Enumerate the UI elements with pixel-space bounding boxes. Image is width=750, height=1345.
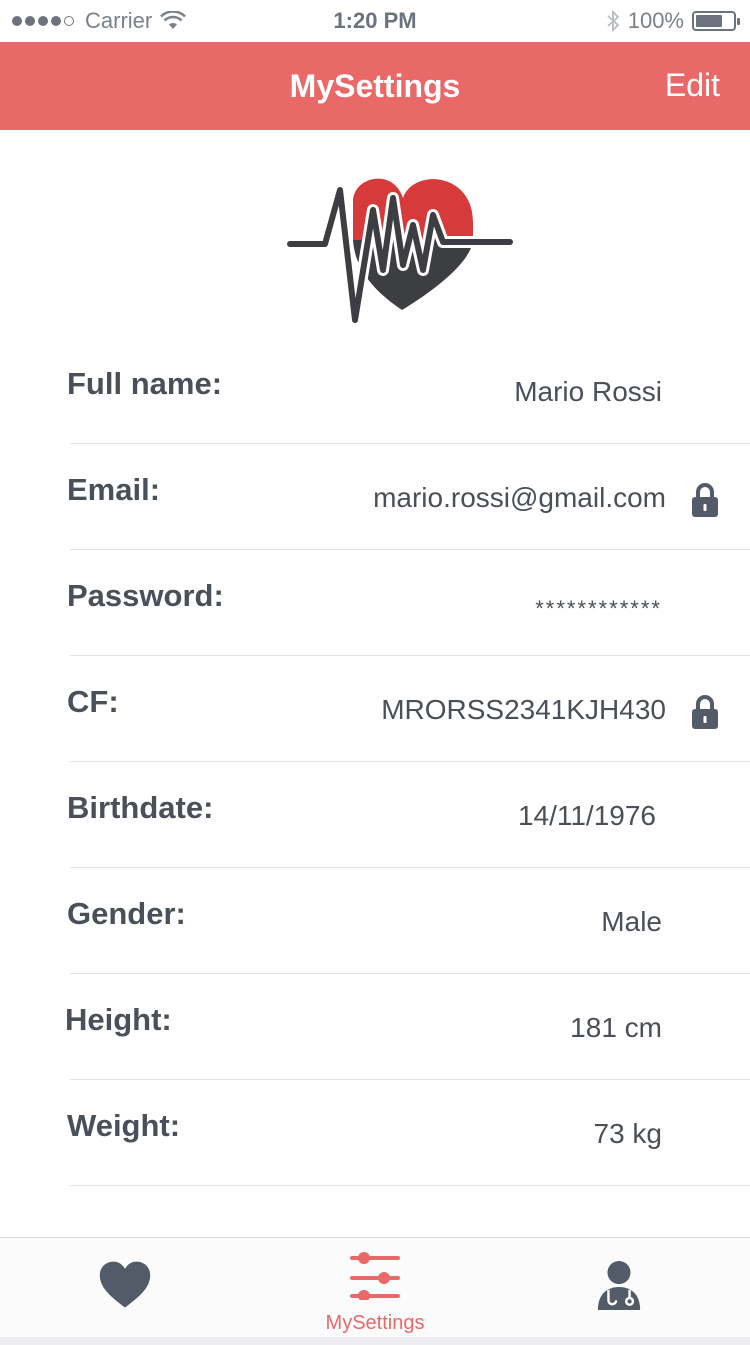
status-right: 100% (606, 8, 740, 34)
bluetooth-icon (607, 10, 620, 32)
height-value: 181 cm (570, 1012, 662, 1043)
row-label: Email: (67, 472, 161, 507)
tab-doctor[interactable] (580, 1238, 660, 1338)
battery-icon (692, 11, 740, 31)
full-name-value: Mario Rossi (514, 376, 662, 407)
birthdate-value: 14/11/1976 (517, 800, 656, 831)
row-height[interactable]: Height: 181 cm (0, 974, 750, 1080)
row-label: Gender: (67, 896, 186, 931)
row-label: Full name: (67, 366, 223, 401)
row-cf[interactable]: CF: MRORSS2341KJH430 (0, 656, 750, 762)
row-password[interactable]: Password: ************ (0, 550, 750, 656)
cf-value: MRORSS2341KJH430 (381, 694, 666, 725)
battery-percent: 100% (627, 8, 684, 33)
row-weight[interactable]: Weight: 73 kg (0, 1080, 750, 1186)
tab-bar: MySettings (0, 1237, 750, 1345)
status-bar: Carrier 1:20 PM 100% (0, 0, 750, 42)
sliders-icon (350, 1252, 400, 1300)
heart-icon (99, 1261, 151, 1308)
row-birthdate[interactable]: Birthdate: 14/11/1976 (0, 762, 750, 868)
home-indicator-strip (0, 1337, 750, 1345)
doctor-icon (597, 1261, 641, 1310)
divider (70, 1184, 750, 1186)
row-full-name[interactable]: Full name: Mario Rossi (0, 338, 750, 444)
row-label: CF: (67, 684, 119, 719)
row-label: Weight: (67, 1108, 181, 1143)
lock-icon (692, 695, 718, 729)
tab-mysettings[interactable]: MySettings (300, 1238, 450, 1338)
profile-list: Full name: Mario Rossi Email: mario.ross… (0, 338, 750, 1186)
tab-label: MySettings (325, 1312, 425, 1334)
tab-health[interactable] (85, 1238, 165, 1338)
row-email[interactable]: Email: mario.rossi@gmail.com (0, 444, 750, 550)
row-label: Height: (65, 1002, 172, 1037)
row-label: Password: (67, 578, 224, 613)
row-label: Birthdate: (67, 790, 214, 825)
email-value: mario.rossi@gmail.com (373, 482, 666, 513)
row-gender[interactable]: Gender: Male (0, 868, 750, 974)
heartbeat-heart-logo (287, 178, 513, 326)
gender-value: Male (601, 906, 662, 937)
lock-icon (692, 483, 718, 517)
nav-bar: MySettings Edit (0, 42, 750, 130)
weight-value: 73 kg (593, 1118, 663, 1149)
password-value: ************ (535, 596, 662, 621)
edit-button[interactable]: Edit (665, 67, 720, 104)
page-title: MySettings (289, 68, 461, 104)
